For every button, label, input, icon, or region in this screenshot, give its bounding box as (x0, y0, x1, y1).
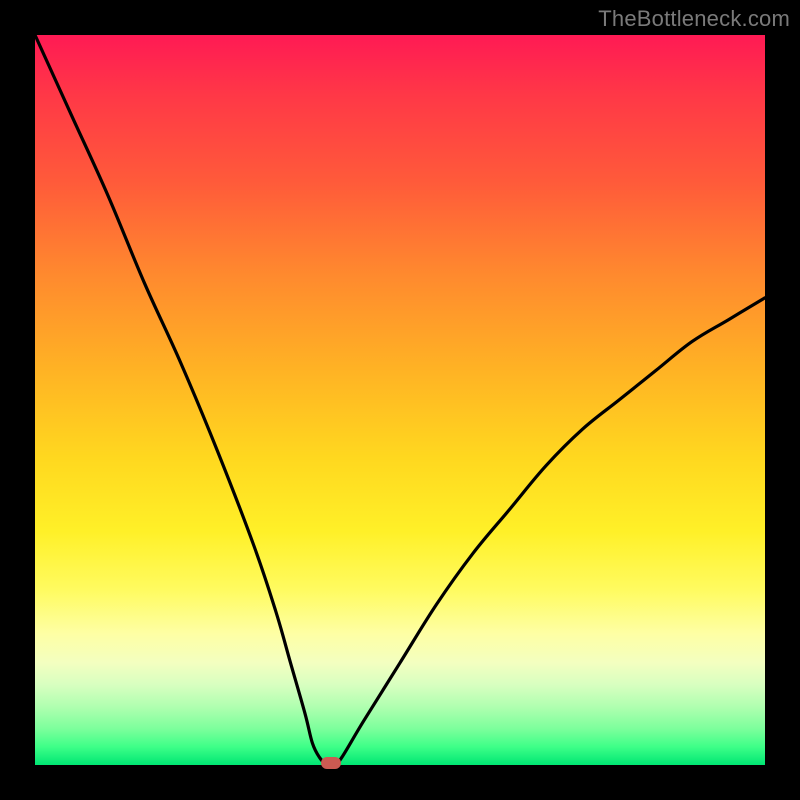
chart-frame: TheBottleneck.com (0, 0, 800, 800)
watermark-text: TheBottleneck.com (598, 6, 790, 32)
optimal-marker (321, 757, 341, 769)
plot-area (35, 35, 765, 765)
bottleneck-curve (35, 35, 765, 765)
